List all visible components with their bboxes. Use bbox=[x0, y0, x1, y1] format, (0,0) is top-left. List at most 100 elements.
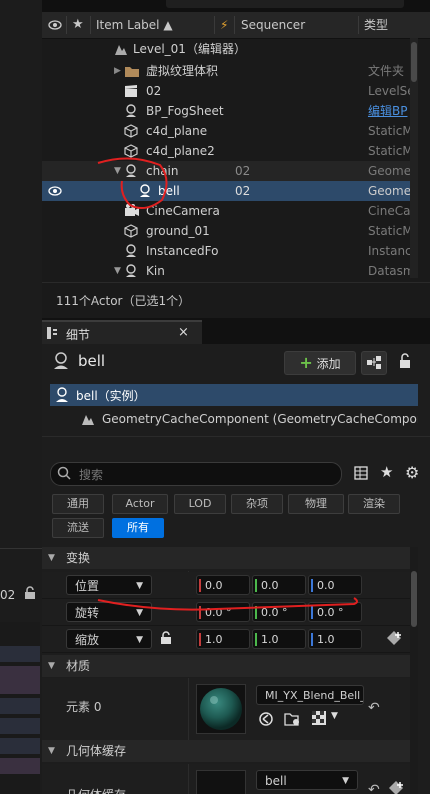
geometry-cache-label: 几何体缓存 bbox=[66, 786, 126, 794]
filter-actor[interactable]: Actor bbox=[112, 494, 168, 514]
search-placeholder: 搜索 bbox=[79, 468, 104, 482]
blueprint-icon bbox=[367, 356, 381, 369]
material-thumbnail[interactable] bbox=[196, 684, 246, 734]
folder-icon bbox=[124, 64, 139, 78]
top-edge bbox=[42, 0, 430, 12]
location-z[interactable]: 0.0 bbox=[308, 575, 362, 595]
actor-name[interactable]: bell bbox=[78, 352, 105, 370]
reset-arrow-icon[interactable]: ↶ bbox=[368, 700, 380, 716]
reset-arrow-icon[interactable]: ↶ bbox=[368, 782, 380, 794]
left-panel-strip: 02 bbox=[0, 0, 42, 794]
blueprint-button[interactable] bbox=[361, 351, 387, 375]
level-icon bbox=[114, 42, 128, 56]
checker-icon[interactable] bbox=[312, 711, 326, 728]
geometry-cache-row: 几何体缓存 bell ▼ ↶ bbox=[42, 764, 410, 794]
section-geometry-cache[interactable]: ▼ 几何体缓存 bbox=[42, 740, 410, 762]
outliner-row[interactable]: InstancedFo Instanc bbox=[42, 241, 410, 261]
edit-bp-link[interactable]: 编辑BP bbox=[368, 101, 407, 121]
outliner-scrollbar[interactable] bbox=[410, 38, 418, 278]
outliner-header: ★ Item Label ▲ ⚡ Sequencer 类型 bbox=[42, 12, 430, 39]
chevron-down-icon: ▼ bbox=[136, 635, 143, 645]
filter-misc[interactable]: 杂项 bbox=[231, 494, 283, 514]
material-selector[interactable]: MI_YX_Blend_Bell_0 bbox=[256, 685, 364, 705]
details-icon bbox=[46, 326, 58, 343]
scale-z[interactable]: 1.0 bbox=[308, 629, 362, 649]
plus-icon: + bbox=[299, 353, 313, 372]
filter-lod[interactable]: LOD bbox=[174, 494, 226, 514]
add-component-button[interactable]: + 添加 bbox=[284, 351, 356, 375]
type-header[interactable]: 类型 bbox=[364, 12, 388, 38]
close-icon[interactable]: × bbox=[178, 325, 189, 340]
section-transform[interactable]: ▼ 变换 bbox=[42, 547, 410, 569]
red-annotation-line bbox=[97, 597, 358, 611]
table-view-icon[interactable] bbox=[354, 466, 368, 483]
location-dropdown[interactable]: 位置 ▼ bbox=[66, 575, 152, 595]
location-y[interactable]: 0.0 bbox=[252, 575, 306, 595]
lock-icon[interactable] bbox=[160, 631, 172, 648]
add-property-icon[interactable] bbox=[388, 780, 404, 794]
browse-folder-icon[interactable] bbox=[284, 711, 302, 730]
filter-rendering[interactable]: 渲染 bbox=[348, 494, 400, 514]
outliner-row[interactable]: c4d_plane StaticM bbox=[42, 121, 410, 141]
filter-streaming[interactable]: 流送 bbox=[52, 518, 104, 538]
browse-back-icon[interactable] bbox=[258, 711, 274, 730]
outliner-row[interactable]: ▶ 虚拟纹理体积 文件夹 bbox=[42, 61, 410, 81]
star-icon[interactable]: ★ bbox=[72, 12, 84, 38]
details-scrollbar[interactable] bbox=[410, 547, 418, 794]
person-icon bbox=[124, 264, 138, 278]
outliner-row[interactable]: ground_01 StaticM bbox=[42, 221, 410, 241]
actor-icon bbox=[52, 352, 70, 373]
track-area bbox=[0, 622, 40, 794]
component-geometry-cache[interactable]: GeometryCacheComponent (GeometryCacheCom… bbox=[50, 408, 418, 430]
outliner-row[interactable]: BP_FogSheet 编辑BP bbox=[42, 101, 410, 121]
gear-icon[interactable]: ⚙ bbox=[405, 463, 419, 482]
favorites-star-icon[interactable]: ★ bbox=[380, 463, 393, 481]
red-annotation-circle bbox=[97, 157, 168, 210]
tab-details[interactable]: 细节 × bbox=[42, 320, 202, 346]
filter-general[interactable]: 通用 bbox=[52, 494, 104, 514]
actor-icon bbox=[54, 387, 70, 406]
scale-dropdown[interactable]: 缩放 ▼ bbox=[66, 629, 152, 649]
cube-icon bbox=[124, 224, 138, 238]
scale-y[interactable]: 1.0 bbox=[252, 629, 306, 649]
eye-icon[interactable] bbox=[48, 184, 62, 198]
search-input[interactable]: 搜索 bbox=[50, 462, 342, 486]
geometry-cache-selector[interactable]: bell ▼ bbox=[256, 770, 358, 790]
person-icon bbox=[124, 104, 138, 118]
outliner-status-bar: 111个Actor（已选1个） bbox=[42, 282, 430, 319]
outliner-row[interactable]: ▼ Kin Datasm bbox=[42, 261, 410, 281]
component-root-instance[interactable]: bell（实例） bbox=[50, 384, 418, 406]
filter-all[interactable]: 所有 bbox=[112, 518, 164, 538]
search-icon bbox=[57, 466, 71, 483]
scale-row: 缩放 ▼ 1.0 1.0 1.0 bbox=[42, 626, 410, 653]
element-label: 元素 0 bbox=[66, 700, 102, 714]
location-row: 位置 ▼ 0.0 0.0 0.0 bbox=[42, 572, 410, 599]
chevron-down-icon: ▼ bbox=[48, 553, 55, 563]
outliner-row[interactable]: Level_01（编辑器） bbox=[42, 39, 410, 59]
chevron-down-icon: ▼ bbox=[136, 581, 143, 591]
lightning-icon[interactable]: ⚡ bbox=[220, 12, 228, 38]
section-materials[interactable]: ▼ 材质 bbox=[42, 655, 410, 677]
lock-icon[interactable] bbox=[24, 586, 36, 600]
outliner-row[interactable]: 02 LevelSe bbox=[42, 81, 410, 101]
chevron-down-icon[interactable]: ▼ bbox=[331, 711, 338, 721]
item-label-header[interactable]: Item Label ▲ bbox=[96, 12, 173, 38]
location-x[interactable]: 0.0 bbox=[196, 575, 250, 595]
filter-physics[interactable]: 物理 bbox=[288, 494, 344, 514]
chevron-down-icon: ▼ bbox=[48, 661, 55, 671]
sequencer-header[interactable]: Sequencer bbox=[241, 12, 305, 38]
eye-icon[interactable] bbox=[48, 12, 62, 38]
left-edge-label: 02 bbox=[0, 588, 16, 602]
scale-x[interactable]: 1.0 bbox=[196, 629, 250, 649]
material-element-row: 元素 0 MI_YX_Blend_Bell_0 ▼ ↶ bbox=[42, 678, 410, 740]
divider bbox=[0, 548, 42, 549]
clapperboard-icon bbox=[124, 84, 138, 98]
cube-icon bbox=[124, 124, 138, 138]
chevron-down-icon: ▼ bbox=[342, 776, 349, 786]
geometry-cache-thumbnail[interactable] bbox=[196, 770, 246, 794]
add-property-icon[interactable] bbox=[386, 630, 402, 649]
chevron-down-icon: ▼ bbox=[48, 746, 55, 756]
lock-icon[interactable] bbox=[398, 353, 412, 372]
tab-title: 细节 bbox=[66, 328, 91, 342]
person-icon bbox=[124, 244, 138, 258]
